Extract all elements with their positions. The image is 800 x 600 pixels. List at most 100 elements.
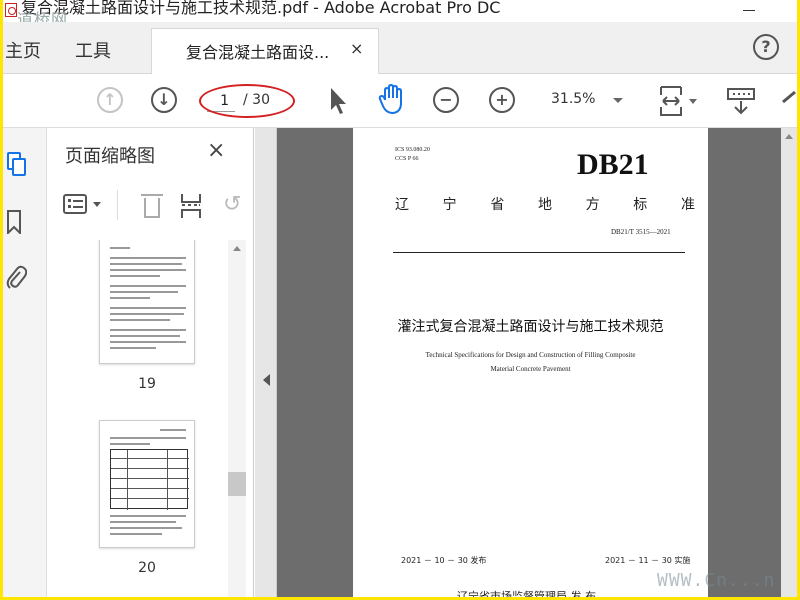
header-rule xyxy=(393,252,685,253)
zoom-dropdown[interactable]: 31.5% xyxy=(543,88,629,114)
tab-document[interactable]: 复合混凝土路面设... × xyxy=(151,28,379,74)
page-watermark: WWW.Cn...n xyxy=(657,570,776,591)
page-sheet-front xyxy=(12,158,26,176)
red-annotation-ellipse xyxy=(199,84,295,118)
attachment-icon[interactable] xyxy=(5,264,27,292)
zoom-in-button[interactable]: + xyxy=(489,87,515,113)
document-title-cn: 灌注式复合混凝土路面设计与施工技术规范 xyxy=(397,319,664,335)
text-line xyxy=(110,515,186,517)
zoom-out-button[interactable]: − xyxy=(433,87,459,113)
page-thumbnail-20[interactable] xyxy=(99,420,195,548)
text-line xyxy=(110,533,162,535)
table-rule xyxy=(111,458,189,459)
standard-char: 标 xyxy=(633,197,648,213)
tab-bar: 主页 工具 复合混凝土路面设... × ? xyxy=(3,22,797,74)
pdf-page: ICS 93.080.20 CCS P 66 DB21 辽 宁 省 地 方 标 … xyxy=(353,128,708,597)
standard-char: 省 xyxy=(490,197,505,213)
rotate-icon[interactable]: ↺ xyxy=(223,192,243,220)
close-panel-button[interactable]: × xyxy=(207,138,225,163)
standard-char: 准 xyxy=(680,197,695,213)
standard-char: 地 xyxy=(537,197,552,213)
page-number-field: / 30 xyxy=(199,84,295,118)
minimize-button[interactable] xyxy=(743,10,755,11)
chevron-up-icon[interactable] xyxy=(233,246,241,251)
scrollbar-thumb[interactable] xyxy=(228,472,246,496)
tab-home[interactable]: 主页 xyxy=(5,37,41,63)
trash-icon-body xyxy=(144,198,160,218)
left-nav-rail xyxy=(3,128,47,597)
title-en-line: Material Concrete Pavement xyxy=(490,365,571,373)
standard-code: DB21/T 3515—2021 xyxy=(611,228,671,236)
text-line xyxy=(160,429,186,431)
sign-icon[interactable] xyxy=(781,90,797,114)
zoom-value: 31.5% xyxy=(551,91,596,107)
table-rule xyxy=(167,450,168,510)
table-rule xyxy=(111,498,189,499)
zoom-out-icon: − xyxy=(439,90,453,109)
toolbar: ↑ ↓ / 30 − + 31.5% xyxy=(3,74,797,128)
document-scrollbar[interactable] xyxy=(781,128,797,597)
scroll-mode-icon[interactable] xyxy=(725,86,757,116)
thumbnail-scrollbar[interactable] xyxy=(228,240,246,597)
ics-code: ICS 93.080.20 CCS P 66 xyxy=(395,146,430,164)
panel-heading: 页面缩略图 xyxy=(65,146,155,167)
previous-page-button[interactable]: ↑ xyxy=(97,87,123,113)
issuing-authority: 辽宁省市场监督管理局 发 布 xyxy=(457,590,596,597)
window-title: 复合混凝土路面设计与施工技术规范.pdf - Adobe Acrobat Pro… xyxy=(21,0,501,17)
text-line xyxy=(110,247,130,249)
pointer-icon[interactable] xyxy=(327,86,349,116)
title-en-line: Technical Specifications for Design and … xyxy=(425,351,636,359)
table-rule xyxy=(111,478,189,479)
next-page-button[interactable]: ↓ xyxy=(151,87,177,113)
delete-pages-button[interactable] xyxy=(141,192,163,220)
toolbar-divider xyxy=(117,190,118,220)
help-button[interactable]: ? xyxy=(753,34,779,60)
text-line xyxy=(110,297,150,299)
thumbnail-table xyxy=(110,449,189,510)
close-tab-button[interactable]: × xyxy=(350,39,363,58)
panel-collapse-handle[interactable] xyxy=(255,128,277,597)
hand-icon[interactable] xyxy=(377,84,407,116)
text-line xyxy=(110,307,186,309)
chevron-up-icon[interactable] xyxy=(785,134,793,139)
chevron-down-icon xyxy=(93,202,101,207)
issue-date: 2021 － 10 － 30 发布 xyxy=(401,556,487,565)
thumbnail-options-button[interactable] xyxy=(63,194,109,218)
page-thumbnails-icon[interactable] xyxy=(3,148,27,180)
text-line xyxy=(110,269,186,271)
thumbnail-label-19: 19 xyxy=(138,376,156,392)
page-fit-icon[interactable] xyxy=(657,84,703,118)
chevron-left-icon xyxy=(263,374,270,386)
text-line xyxy=(110,313,184,315)
text-line xyxy=(110,437,186,439)
arrow-down-circle-icon: ↓ xyxy=(157,90,171,109)
zoom-in-icon: + xyxy=(495,90,509,109)
standard-char: 宁 xyxy=(442,197,457,213)
text-line xyxy=(110,443,150,445)
text-line xyxy=(110,335,180,337)
page-thumbnail-19[interactable] xyxy=(99,240,195,364)
text-line xyxy=(110,257,186,259)
document-view: ICS 93.080.20 CCS P 66 DB21 辽 宁 省 地 方 标 … xyxy=(255,128,797,597)
insert-pages-icon[interactable] xyxy=(179,192,203,220)
thumbnail-list: 19 20 xyxy=(47,240,246,597)
standard-type: 辽 宁 省 地 方 标 准 xyxy=(395,194,695,214)
table-rule xyxy=(111,488,189,489)
table-rule xyxy=(127,450,128,510)
implementation-date: 2021 － 11 － 30 实施 xyxy=(605,556,691,565)
tab-tools[interactable]: 工具 xyxy=(75,37,111,63)
bookmark-icon[interactable] xyxy=(7,210,21,234)
document-tab-label: 复合混凝土路面设... xyxy=(186,43,330,62)
text-line xyxy=(110,521,176,523)
thumbnail-label-20: 20 xyxy=(138,560,156,576)
trash-icon xyxy=(141,194,163,196)
text-line xyxy=(110,263,182,265)
text-line xyxy=(110,347,156,349)
text-line xyxy=(110,341,186,343)
standard-char: 辽 xyxy=(395,197,409,213)
table-rule xyxy=(111,468,189,469)
ics-line: ICS 93.080.20 xyxy=(395,147,430,153)
text-line xyxy=(110,329,186,331)
chevron-down-icon xyxy=(613,98,623,103)
acrobat-window: 复合混凝土路面设计与施工技术规范.pdf - Adobe Acrobat Pro… xyxy=(3,0,797,597)
